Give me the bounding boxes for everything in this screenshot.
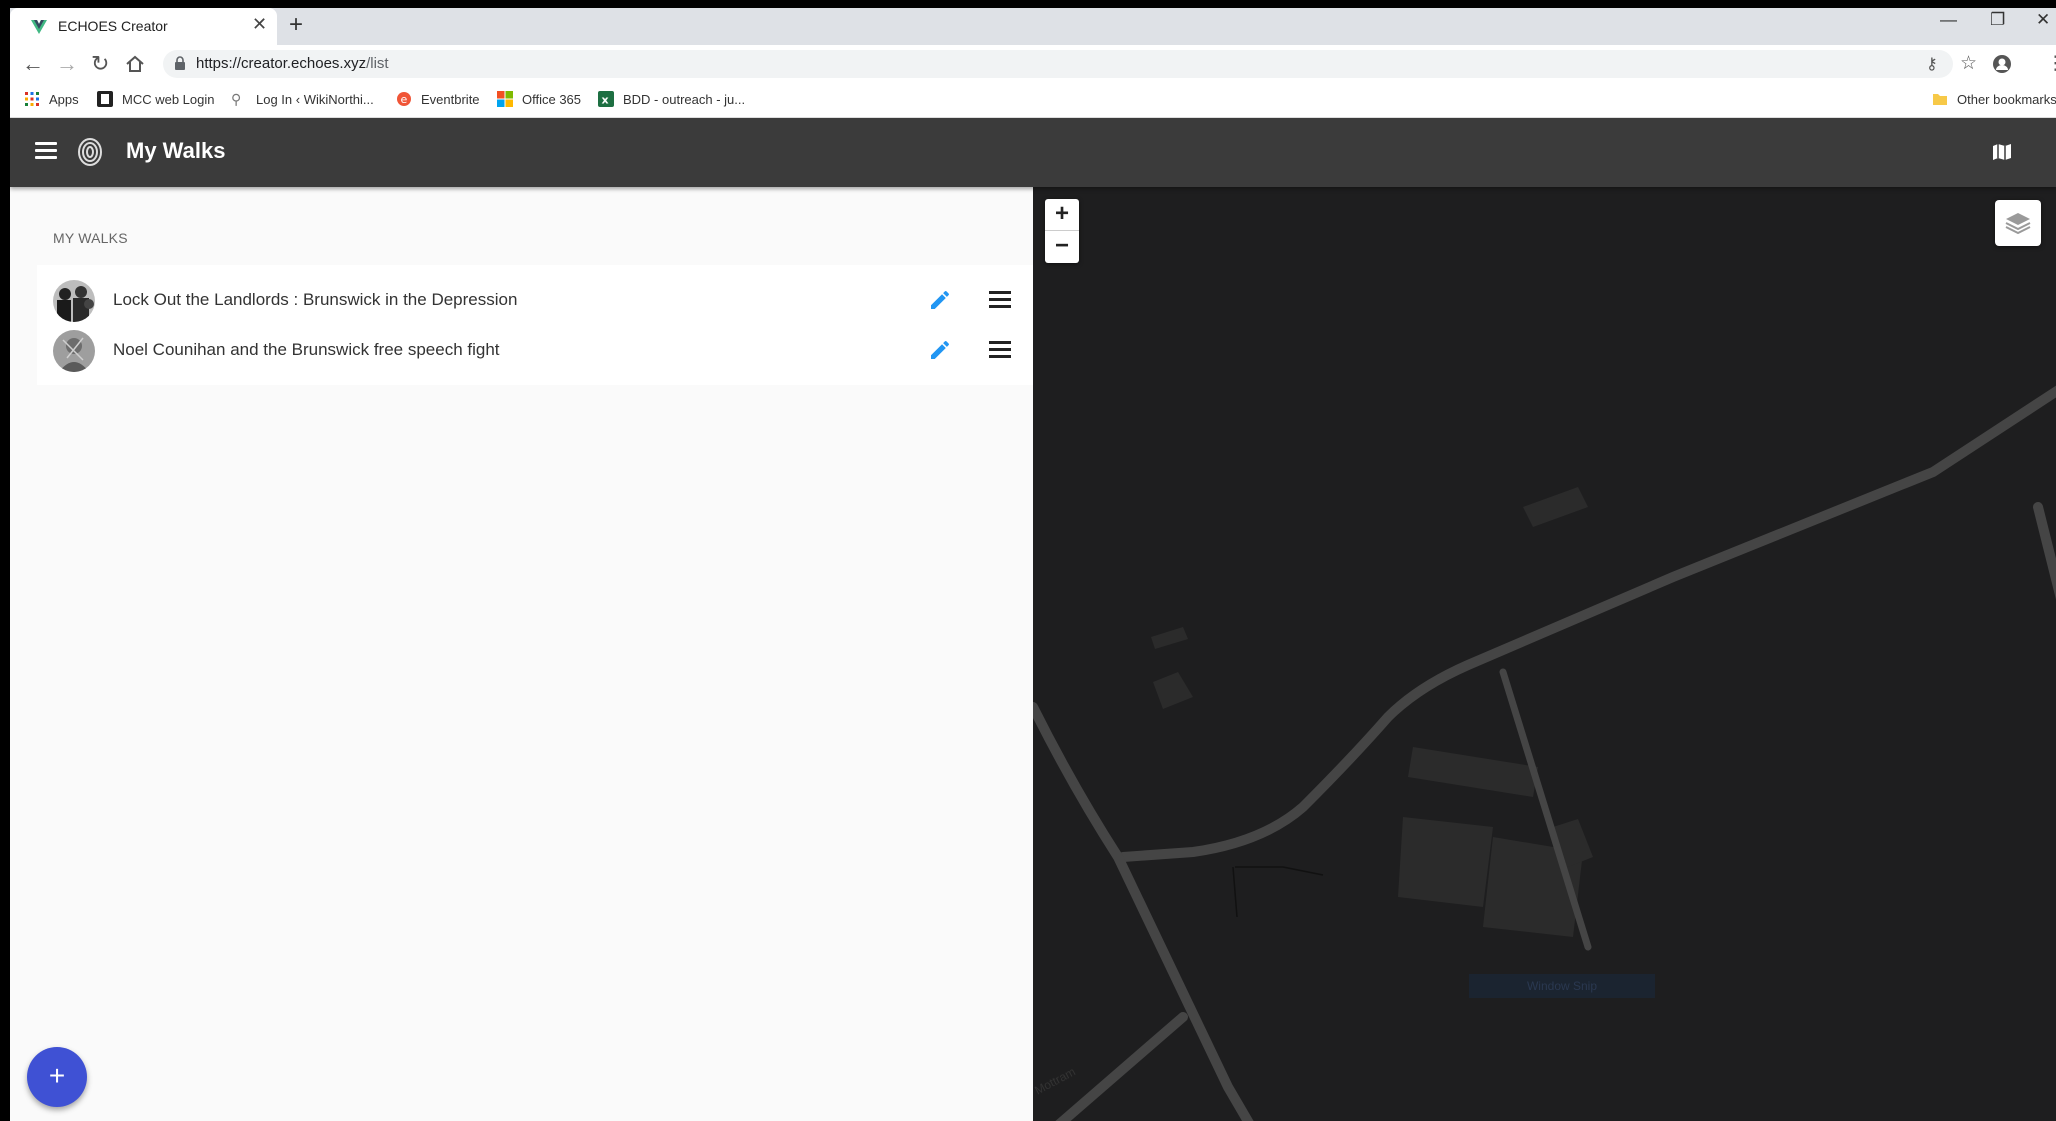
- bookmark-other[interactable]: Other bookmarks: [1932, 89, 2056, 109]
- walk-title: Noel Counihan and the Brunswick free spe…: [113, 340, 500, 359]
- bookmark-mcc[interactable]: MCC web Login: [97, 89, 215, 109]
- tab-title: ECHOES Creator: [58, 18, 168, 34]
- browser-tab[interactable]: ECHOES Creator ✕: [10, 8, 277, 45]
- reload-icon[interactable]: ↻: [91, 52, 109, 76]
- url-text: https://creator.echoes.xyz/list: [196, 55, 389, 72]
- add-walk-button[interactable]: +: [27, 1047, 87, 1107]
- hamburger-menu-icon[interactable]: [35, 142, 57, 160]
- close-window-icon[interactable]: ✕: [2036, 10, 2050, 30]
- screen: ECHOES Creator ✕ + — ❐ ✕ ← → ↻ https://c…: [0, 0, 2056, 1121]
- bookmark-apps[interactable]: Apps: [24, 89, 79, 109]
- avatar: [53, 280, 95, 322]
- mcc-icon: [97, 91, 113, 107]
- drag-handle-icon[interactable]: [989, 341, 1011, 359]
- key-icon[interactable]: ⚷: [1926, 54, 1938, 74]
- app-bar: My Walks: [10, 118, 2056, 187]
- star-icon[interactable]: ☆: [1960, 52, 1977, 75]
- vue-logo-icon: [31, 20, 47, 34]
- layers-icon: [2005, 213, 2031, 235]
- bookmark-office[interactable]: Office 365: [497, 89, 581, 109]
- layers-button[interactable]: [1995, 200, 2041, 246]
- address-bar[interactable]: https://creator.echoes.xyz/list: [163, 50, 1953, 78]
- page-title: My Walks: [126, 138, 226, 163]
- zoom-in-button[interactable]: +: [1045, 199, 1079, 231]
- walk-list: Lock Out the Landlords : Brunswick in th…: [37, 265, 1033, 385]
- bookmark-wiki[interactable]: ⚲ Log In ‹ WikiNorthi...: [231, 89, 374, 109]
- minimize-icon[interactable]: —: [1940, 10, 1957, 30]
- key-icon: ⚲: [231, 91, 242, 107]
- app: My Walks MY WALKS Lock Out the Landlords…: [10, 118, 2056, 1121]
- map[interactable]: + − Window Snip Mottram: [1033, 187, 2056, 1121]
- eventbrite-icon: e: [397, 92, 411, 106]
- echoes-logo-icon: [78, 138, 102, 166]
- apps-grid-icon: [25, 92, 39, 106]
- walk-title: Lock Out the Landlords : Brunswick in th…: [113, 290, 518, 309]
- map-shop-label: Window Snip: [1469, 974, 1655, 998]
- bookmark-bdd[interactable]: x BDD - outreach - ju...: [598, 89, 745, 109]
- edit-pencil-icon[interactable]: [928, 338, 952, 362]
- lock-icon: [175, 56, 185, 70]
- avatar: [53, 330, 95, 372]
- svg-text:e: e: [401, 93, 408, 106]
- bookmark-eventbrite[interactable]: e Eventbrite: [396, 89, 480, 109]
- edit-pencil-icon[interactable]: [928, 288, 952, 312]
- walk-list-panel: MY WALKS Lock Out the Landlords : Brunsw…: [10, 187, 1033, 1121]
- new-tab-button[interactable]: +: [289, 10, 303, 40]
- folder-icon: [1933, 94, 1947, 105]
- back-icon[interactable]: ←: [22, 52, 44, 76]
- drag-handle-icon[interactable]: [989, 291, 1011, 309]
- zoom-control: + −: [1045, 199, 1079, 263]
- forward-icon[interactable]: →: [56, 52, 78, 76]
- browser-tab-bar: [10, 8, 2056, 45]
- office-icon: [497, 91, 513, 107]
- profile-icon[interactable]: [1992, 54, 2012, 74]
- excel-icon: x: [598, 91, 614, 107]
- menu-dots-icon[interactable]: ⋮: [2046, 52, 2056, 75]
- zoom-out-button[interactable]: −: [1045, 231, 1079, 263]
- restore-icon[interactable]: ❐: [1990, 10, 2005, 30]
- tab-close-icon[interactable]: ✕: [252, 14, 267, 35]
- list-subheader: MY WALKS: [53, 230, 128, 246]
- home-icon[interactable]: [125, 54, 145, 74]
- svg-text:x: x: [602, 94, 609, 107]
- list-item[interactable]: Noel Counihan and the Brunswick free spe…: [37, 325, 1033, 375]
- list-item[interactable]: Lock Out the Landlords : Brunswick in th…: [37, 275, 1033, 325]
- map-icon[interactable]: [1992, 143, 2012, 161]
